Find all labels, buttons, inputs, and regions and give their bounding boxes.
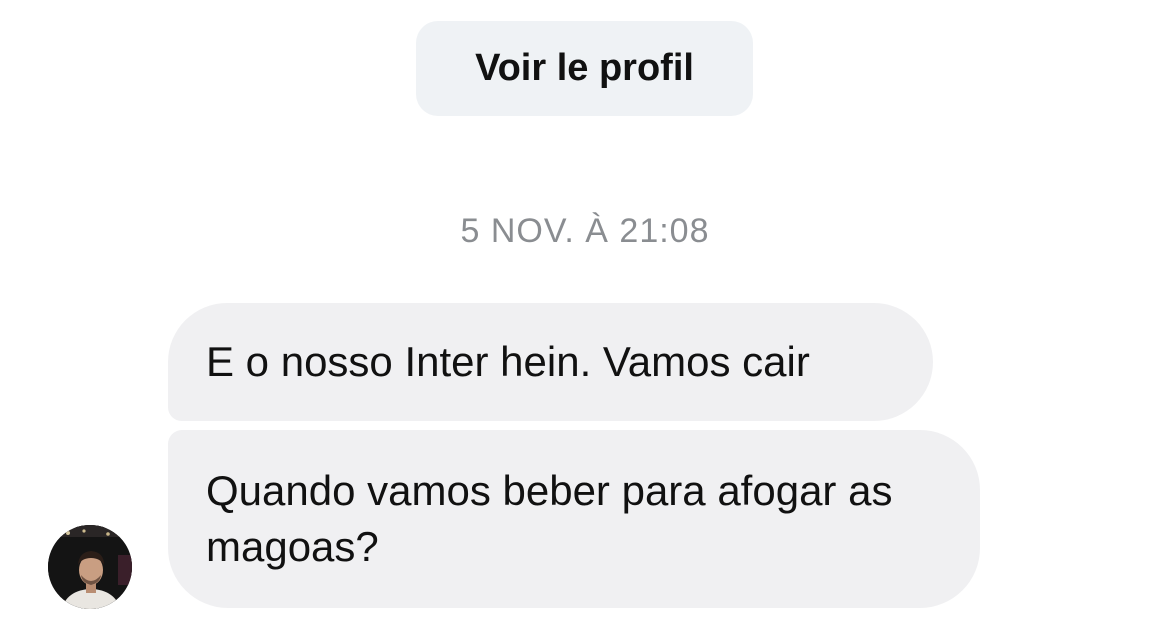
- message-bubble[interactable]: Quando vamos beber para afogar as magoas…: [168, 430, 980, 608]
- message-timestamp: 5 NOV. À 21:08: [460, 212, 710, 250]
- sender-avatar[interactable]: [48, 525, 132, 609]
- view-profile-button[interactable]: Voir le profil: [416, 21, 753, 116]
- message-text: Quando vamos beber para afogar as magoas…: [206, 467, 893, 570]
- message-bubble[interactable]: E o nosso Inter hein. Vamos cair: [168, 303, 933, 421]
- message-text: E o nosso Inter hein. Vamos cair: [206, 338, 810, 385]
- user-photo-avatar-icon: [48, 525, 132, 609]
